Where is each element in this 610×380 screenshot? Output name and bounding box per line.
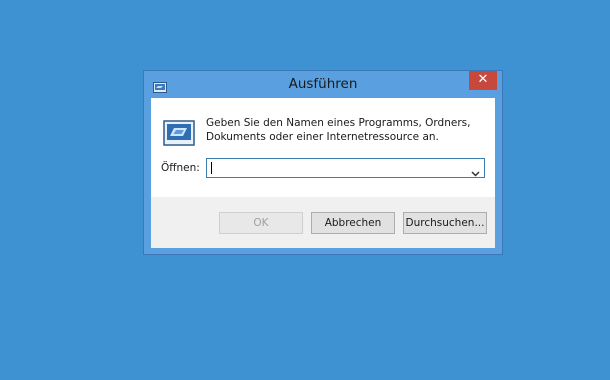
open-combobox[interactable] [206, 158, 485, 178]
open-label: Öffnen: [161, 162, 200, 174]
chevron-down-icon[interactable] [471, 163, 480, 182]
description-text: Geben Sie den Namen eines Programms, Ord… [206, 117, 471, 143]
dialog-client-area: Geben Sie den Namen eines Programms, Ord… [151, 98, 495, 248]
cancel-button[interactable]: Abbrechen [311, 212, 395, 234]
run-icon [163, 120, 195, 150]
dialog-content: Geben Sie den Namen eines Programms, Ord… [151, 98, 495, 197]
title-bar[interactable]: Ausführen ✕ [144, 71, 502, 97]
close-button[interactable]: ✕ [469, 71, 497, 90]
ok-button[interactable]: OK [219, 212, 303, 234]
text-cursor [211, 162, 212, 174]
close-icon: ✕ [477, 72, 489, 87]
browse-button[interactable]: Durchsuchen... [403, 212, 487, 234]
run-dialog: Ausführen ✕ Geben Sie den Namen eines Pr… [143, 70, 503, 255]
window-title: Ausführen [288, 76, 358, 92]
